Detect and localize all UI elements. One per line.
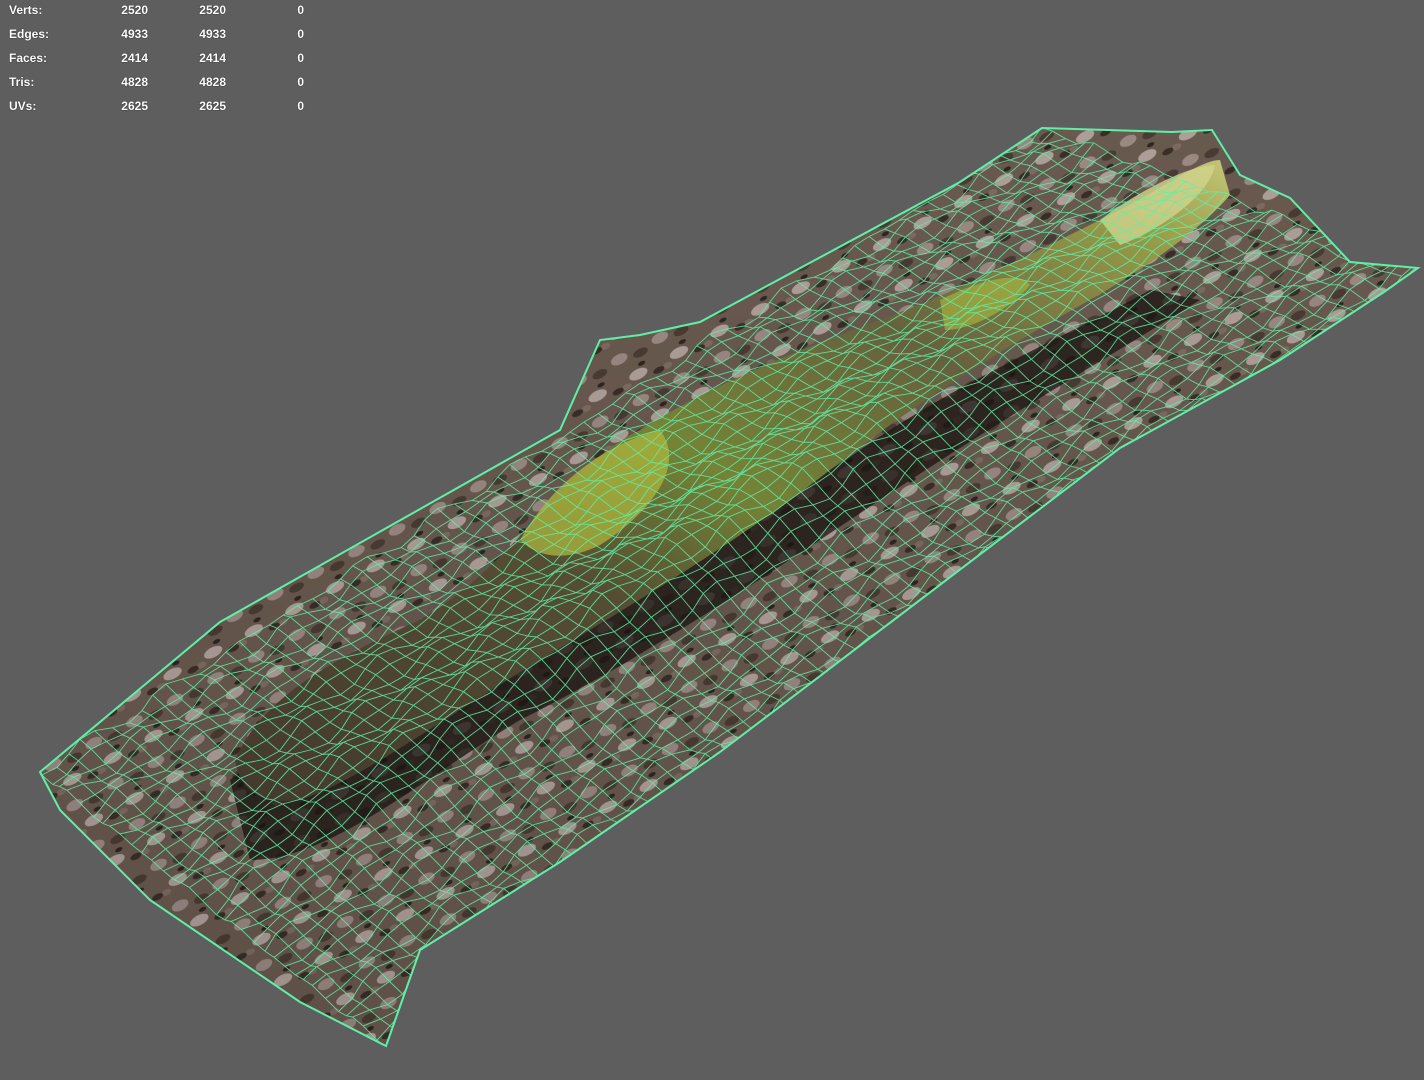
stat-row: Edges: 4933 4933 0 bbox=[9, 27, 304, 51]
stat-value: 0 bbox=[297, 27, 304, 41]
stat-value: 4933 bbox=[121, 27, 148, 41]
stat-value: 0 bbox=[297, 51, 304, 65]
stat-label: UVs: bbox=[9, 99, 37, 113]
scene-statistics: Verts: 2520 2520 0 Edges: 4933 4933 0 Faces: 2414… bbox=[9, 3, 304, 123]
stat-row: UVs: 2625 2625 0 bbox=[9, 99, 304, 123]
stat-value: 0 bbox=[297, 3, 304, 17]
stat-row: Verts: 2520 2520 0 bbox=[9, 3, 304, 27]
stat-value: 2414 bbox=[121, 51, 148, 65]
textured-mesh bbox=[40, 128, 1418, 1046]
stat-label: Tris: bbox=[9, 75, 35, 89]
stat-value: 2520 bbox=[199, 3, 226, 17]
stat-row: Tris: 4828 4828 0 bbox=[9, 75, 304, 99]
mesh-render[interactable] bbox=[0, 0, 1424, 1080]
viewport-3d[interactable]: Verts: 2520 2520 0 Edges: 4933 4933 0 Faces: 2414… bbox=[0, 0, 1424, 1080]
stat-value: 4933 bbox=[199, 27, 226, 41]
stat-value: 4828 bbox=[121, 75, 148, 89]
stat-row: Faces: 2414 2414 0 bbox=[9, 51, 304, 75]
stat-label: Faces: bbox=[9, 51, 48, 65]
stat-value: 4828 bbox=[199, 75, 226, 89]
stat-label: Verts: bbox=[9, 3, 43, 17]
stat-value: 2625 bbox=[121, 99, 148, 113]
stat-value: 0 bbox=[297, 99, 304, 113]
stat-value: 2520 bbox=[121, 3, 148, 17]
stat-value: 2625 bbox=[199, 99, 226, 113]
stat-label: Edges: bbox=[9, 27, 50, 41]
stat-value: 2414 bbox=[199, 51, 226, 65]
stat-value: 0 bbox=[297, 75, 304, 89]
